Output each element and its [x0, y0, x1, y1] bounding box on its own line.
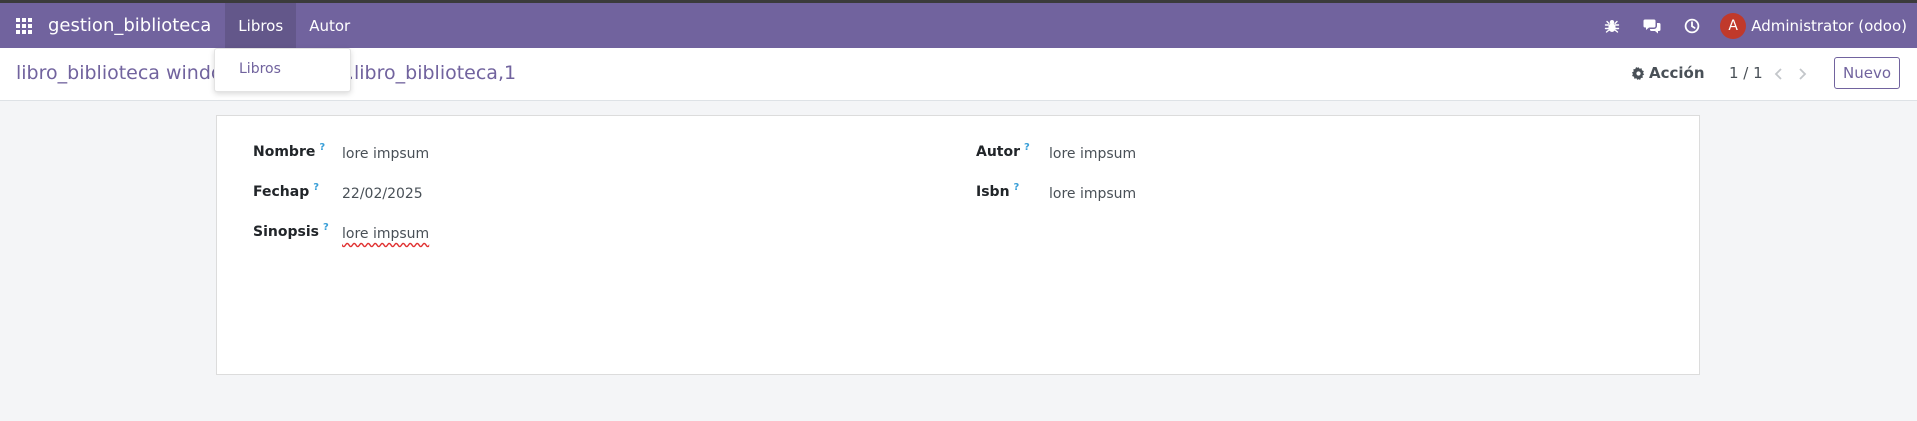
- top-navbar: gestion_biblioteca Libros Autor A Admini: [0, 3, 1917, 48]
- nombre-help-icon[interactable]: ?: [319, 142, 325, 153]
- field-autor-label: Autor ?: [976, 142, 1030, 160]
- field-isbn-label: Isbn ?: [976, 182, 1020, 200]
- nombre-value[interactable]: lore impsum: [342, 146, 429, 162]
- field-fechap-label: Fechap ?: [253, 182, 319, 200]
- field-sinopsis-label: Sinopsis ?: [253, 222, 329, 240]
- field-nombre-label: Nombre ?: [253, 142, 325, 160]
- apps-grid-icon[interactable]: [0, 3, 48, 48]
- actions-button[interactable]: Acción: [1632, 64, 1705, 82]
- isbn-label: Isbn: [976, 184, 1010, 200]
- pager-previous-icon[interactable]: [1770, 64, 1786, 84]
- pager-value[interactable]: 1 / 1: [1729, 64, 1763, 82]
- bug-icon[interactable]: [1592, 3, 1632, 48]
- menu-autor[interactable]: Autor: [296, 3, 363, 48]
- actions-label: Acción: [1649, 64, 1705, 82]
- fechap-help-icon[interactable]: ?: [313, 182, 319, 193]
- pager-next-icon[interactable]: [1794, 64, 1810, 84]
- app-name[interactable]: gestion_biblioteca: [48, 15, 225, 36]
- menu-libros[interactable]: Libros: [225, 3, 297, 48]
- isbn-value[interactable]: lore impsum: [1049, 186, 1136, 202]
- fechap-label: Fechap: [253, 184, 310, 200]
- user-menu[interactable]: A Administrator (odoo): [1712, 12, 1917, 39]
- autor-value[interactable]: lore impsum: [1049, 146, 1136, 162]
- navbar-systray: A Administrator (odoo): [1592, 3, 1917, 48]
- form-sheet: Nombre ? lore impsum Fechap ? 22/02/2025…: [216, 115, 1700, 375]
- clock-icon[interactable]: [1672, 3, 1712, 48]
- sinopsis-value[interactable]: lore impsum: [342, 226, 429, 242]
- new-button[interactable]: Nuevo: [1834, 57, 1900, 89]
- autor-help-icon[interactable]: ?: [1024, 142, 1030, 153]
- user-name: Administrator (odoo): [1751, 16, 1907, 35]
- breadcrumb-left-text: libro_biblioteca windo: [16, 62, 223, 84]
- dropdown-item-libros[interactable]: Libros: [239, 61, 281, 77]
- sinopsis-label: Sinopsis: [253, 224, 319, 240]
- gear-icon: [1632, 66, 1645, 80]
- autor-label: Autor: [976, 144, 1021, 160]
- isbn-help-icon[interactable]: ?: [1014, 182, 1020, 193]
- nombre-label: Nombre: [253, 144, 316, 160]
- chat-icon[interactable]: [1632, 3, 1672, 48]
- fechap-value[interactable]: 22/02/2025: [342, 186, 423, 202]
- libros-dropdown-menu: Libros: [214, 48, 351, 92]
- sinopsis-help-icon[interactable]: ?: [323, 222, 329, 233]
- avatar: A: [1720, 12, 1747, 39]
